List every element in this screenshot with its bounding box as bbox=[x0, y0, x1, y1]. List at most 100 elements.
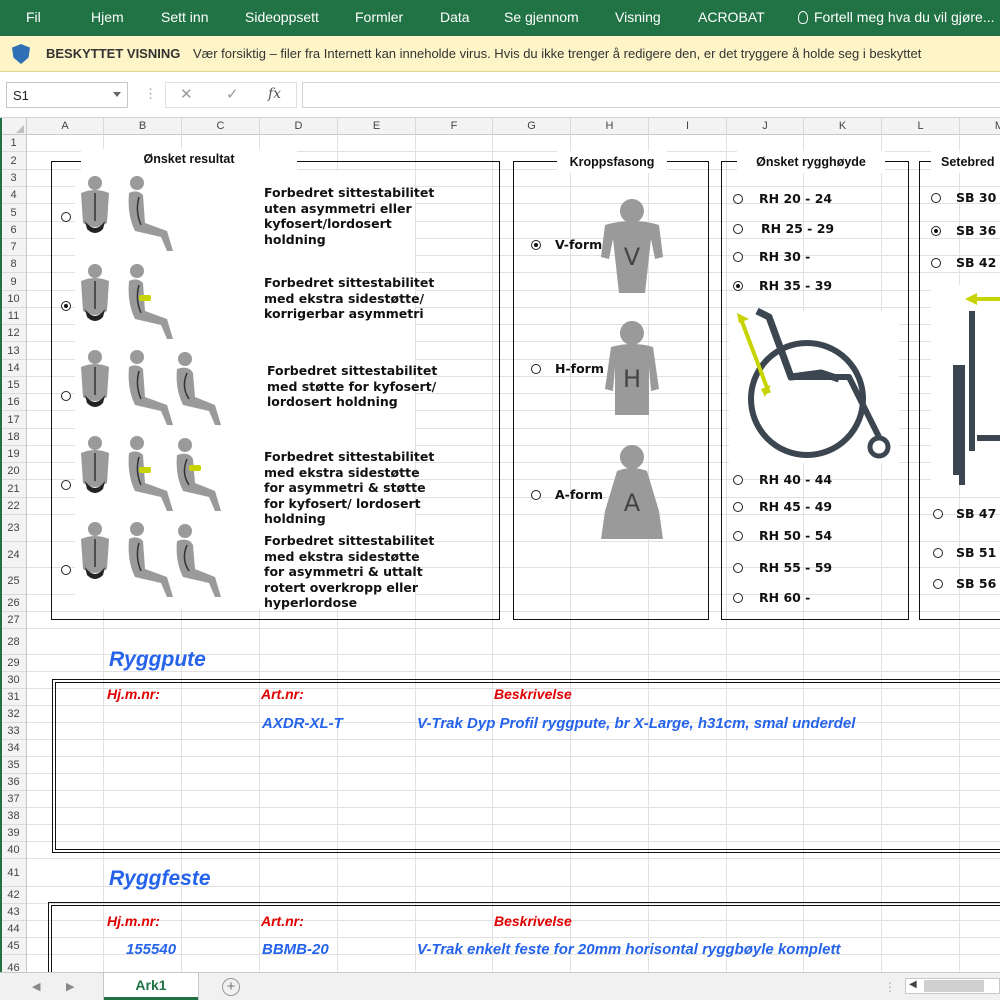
tab-se-gjennom[interactable]: Se gjennom bbox=[504, 9, 579, 25]
row-header-6[interactable]: 6 bbox=[0, 222, 26, 239]
row-header-10[interactable]: 10 bbox=[0, 291, 26, 308]
formula-input[interactable] bbox=[302, 82, 1000, 108]
row-header-17[interactable]: 17 bbox=[0, 411, 26, 429]
row-header-33[interactable]: 33 bbox=[0, 723, 26, 740]
row-header-27[interactable]: 27 bbox=[0, 612, 26, 629]
row-header-19[interactable]: 19 bbox=[0, 446, 26, 463]
row-header-4[interactable]: 4 bbox=[0, 187, 26, 204]
row-header-21[interactable]: 21 bbox=[0, 480, 26, 498]
row-header-45[interactable]: 45 bbox=[0, 938, 26, 955]
seat-width-radio[interactable] bbox=[931, 226, 941, 236]
row-header-28[interactable]: 28 bbox=[0, 629, 26, 655]
tab-hjem[interactable]: Hjem bbox=[91, 9, 124, 25]
row-header-12[interactable]: 12 bbox=[0, 325, 26, 342]
row-header-43[interactable]: 43 bbox=[0, 904, 26, 921]
row-header-42[interactable]: 42 bbox=[0, 887, 26, 904]
column-header-b[interactable]: B bbox=[104, 118, 182, 135]
add-sheet-icon[interactable]: + bbox=[222, 978, 240, 996]
sheet-tab-ark1[interactable]: Ark1 bbox=[104, 973, 198, 1000]
column-header-l[interactable]: L bbox=[882, 118, 960, 135]
tab-split-grip-icon[interactable]: ⋮ bbox=[884, 980, 896, 994]
row-header-11[interactable]: 11 bbox=[0, 308, 26, 325]
row-header-8[interactable]: 8 bbox=[0, 256, 26, 273]
back-height-radio[interactable] bbox=[733, 563, 743, 573]
row-header-20[interactable]: 20 bbox=[0, 463, 26, 480]
row-header-40[interactable]: 40 bbox=[0, 842, 26, 859]
row-header-15[interactable]: 15 bbox=[0, 377, 26, 394]
row-header-36[interactable]: 36 bbox=[0, 774, 26, 791]
seat-width-radio[interactable] bbox=[931, 258, 941, 268]
column-header-i[interactable]: I bbox=[649, 118, 727, 135]
cell-grid[interactable]: Ønsket resultat Forbedret sittestabilite… bbox=[27, 135, 1000, 972]
back-height-radio[interactable] bbox=[733, 252, 743, 262]
tab-visning[interactable]: Visning bbox=[615, 9, 661, 25]
scroll-right-icon[interactable]: ▶ bbox=[66, 980, 74, 993]
tab-fil[interactable]: Fil bbox=[26, 9, 41, 25]
row-header-7[interactable]: 7 bbox=[0, 239, 26, 256]
back-height-radio[interactable] bbox=[733, 502, 743, 512]
ryggpute-artnr[interactable]: AXDR-XL-T bbox=[262, 715, 343, 732]
row-header-1[interactable]: 1 bbox=[0, 135, 26, 152]
row-header-22[interactable]: 22 bbox=[0, 498, 26, 515]
seat-width-radio[interactable] bbox=[933, 509, 943, 519]
row-header-2[interactable]: 2 bbox=[0, 152, 26, 170]
cancel-icon[interactable]: ✕ bbox=[180, 85, 193, 103]
back-height-radio[interactable] bbox=[733, 531, 743, 541]
body-shape-radio[interactable] bbox=[531, 240, 541, 250]
row-header-24[interactable]: 24 bbox=[0, 542, 26, 568]
back-height-radio[interactable] bbox=[733, 593, 743, 603]
column-header-a[interactable]: A bbox=[27, 118, 104, 135]
row-header-44[interactable]: 44 bbox=[0, 921, 26, 938]
row-header-5[interactable]: 5 bbox=[0, 204, 26, 222]
name-box[interactable]: S1 bbox=[6, 82, 128, 108]
enter-icon[interactable]: ✓ bbox=[226, 85, 239, 103]
back-height-radio[interactable] bbox=[733, 194, 743, 204]
tab-sideoppsett[interactable]: Sideoppsett bbox=[245, 9, 319, 25]
row-header-38[interactable]: 38 bbox=[0, 808, 26, 825]
back-height-radio[interactable] bbox=[733, 281, 743, 291]
tab-sett-inn[interactable]: Sett inn bbox=[161, 9, 208, 25]
result-option-radio[interactable] bbox=[61, 212, 71, 222]
ryggfeste-beskrivelse[interactable]: V-Trak enkelt feste for 20mm horisontal … bbox=[417, 941, 840, 958]
column-header-c[interactable]: C bbox=[182, 118, 260, 135]
row-header-9[interactable]: 9 bbox=[0, 273, 26, 291]
row-header-13[interactable]: 13 bbox=[0, 342, 26, 360]
select-all-corner[interactable] bbox=[0, 118, 27, 135]
row-header-41[interactable]: 41 bbox=[0, 859, 26, 887]
column-header-d[interactable]: D bbox=[260, 118, 338, 135]
row-header-16[interactable]: 16 bbox=[0, 394, 26, 411]
column-header-g[interactable]: G bbox=[493, 118, 571, 135]
row-header-3[interactable]: 3 bbox=[0, 170, 26, 187]
column-header-f[interactable]: F bbox=[416, 118, 493, 135]
result-option-radio[interactable] bbox=[61, 391, 71, 401]
row-header-18[interactable]: 18 bbox=[0, 429, 26, 446]
seat-width-radio[interactable] bbox=[933, 548, 943, 558]
tab-formler[interactable]: Formler bbox=[355, 9, 403, 25]
row-header-34[interactable]: 34 bbox=[0, 740, 26, 757]
ryggfeste-artnr[interactable]: BBMB-20 bbox=[262, 941, 329, 958]
column-header-m[interactable]: M bbox=[960, 118, 1000, 135]
body-shape-radio[interactable] bbox=[531, 364, 541, 374]
chevron-down-icon[interactable] bbox=[113, 92, 121, 97]
insert-function-icon[interactable]: fx bbox=[268, 86, 281, 102]
row-header-39[interactable]: 39 bbox=[0, 825, 26, 842]
result-option-radio[interactable] bbox=[61, 301, 71, 311]
scrollbar-thumb[interactable] bbox=[924, 980, 984, 992]
row-header-29[interactable]: 29 bbox=[0, 655, 26, 672]
row-header-26[interactable]: 26 bbox=[0, 595, 26, 612]
ryggpute-beskrivelse[interactable]: V-Trak Dyp Profil ryggpute, br X-Large, … bbox=[417, 715, 855, 732]
column-header-j[interactable]: J bbox=[727, 118, 804, 135]
tab-acrobat[interactable]: ACROBAT bbox=[698, 9, 765, 25]
row-header-35[interactable]: 35 bbox=[0, 757, 26, 774]
column-header-h[interactable]: H bbox=[571, 118, 649, 135]
scroll-left-icon[interactable]: ◀ bbox=[32, 980, 40, 993]
row-header-14[interactable]: 14 bbox=[0, 360, 26, 377]
row-header-32[interactable]: 32 bbox=[0, 706, 26, 723]
result-option-radio[interactable] bbox=[61, 565, 71, 575]
scroll-left-arrow-icon[interactable]: ◀ bbox=[909, 979, 917, 990]
back-height-radio[interactable] bbox=[733, 475, 743, 485]
row-header-31[interactable]: 31 bbox=[0, 689, 26, 706]
row-header-30[interactable]: 30 bbox=[0, 672, 26, 689]
back-height-radio[interactable] bbox=[733, 224, 743, 234]
horizontal-scrollbar[interactable]: ◀ bbox=[905, 978, 1000, 994]
